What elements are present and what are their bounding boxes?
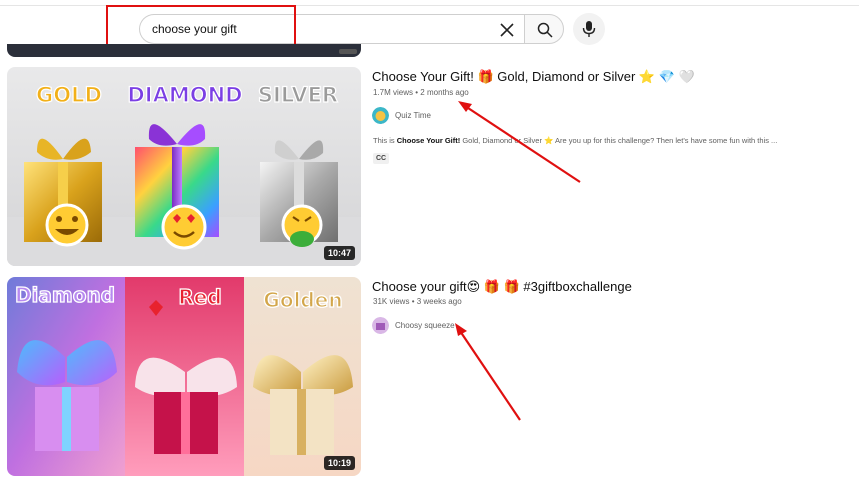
thumb-label-red: Red (178, 285, 221, 309)
microphone-icon (582, 21, 596, 37)
video-duration-badge: 10:19 (323, 456, 355, 470)
video-meta: 31K views • 3 weeks ago (373, 297, 462, 306)
annotation-highlight-box (106, 5, 296, 47)
channel-avatar[interactable] (372, 317, 389, 334)
upload-age: 2 months ago (420, 88, 469, 97)
video-meta: 1.7M views • 2 months ago (373, 88, 469, 97)
thumbnail-image: Diamond Red Golden (7, 277, 361, 476)
video-duration-badge: 10:47 (323, 246, 355, 260)
previous-result-thumbnail[interactable] (7, 44, 361, 57)
annotation-arrow (455, 323, 521, 421)
thumb-label-diamond: Diamond (15, 283, 115, 307)
thumb-label-golden: Golden (263, 288, 342, 312)
search-icon (537, 22, 553, 38)
video-thumbnail[interactable]: GOLD DIAMOND SILVER 10:47 (7, 67, 361, 266)
thumb-label-gold: GOLD (36, 83, 102, 107)
description-text-start: This is (373, 136, 397, 145)
view-count: 31K views (373, 297, 410, 306)
close-icon[interactable] (498, 21, 516, 39)
video-title-link[interactable]: Choose your gift😍 🎁 🎁 #3giftboxchallenge (372, 279, 632, 295)
thumbnail-image: GOLD DIAMOND SILVER (7, 67, 361, 266)
channel-avatar[interactable] (372, 107, 389, 124)
voice-search-button[interactable] (573, 13, 605, 45)
view-count: 1.7M views (373, 88, 414, 97)
thumb-label-diamond: DIAMOND (127, 83, 242, 107)
video-thumbnail[interactable]: Diamond Red Golden 10:19 (7, 277, 361, 476)
video-description: This is Choose Your Gift! Gold, Diamond … (373, 136, 777, 145)
channel-name[interactable]: Quiz Time (395, 111, 431, 120)
cc-badge: CC (373, 153, 389, 164)
search-button[interactable] (524, 14, 564, 44)
thumb-label-silver: SILVER (258, 83, 338, 107)
description-text-rest: Gold, Diamond or Silver ⭐ Are you up for… (460, 136, 778, 145)
description-highlight: Choose Your Gift! (396, 136, 461, 145)
video-title-link[interactable]: Choose Your Gift! 🎁 Gold, Diamond or Sil… (372, 69, 695, 85)
channel-name[interactable]: Choosy squeeze (395, 321, 455, 330)
upload-age: 3 weeks ago (416, 297, 462, 306)
